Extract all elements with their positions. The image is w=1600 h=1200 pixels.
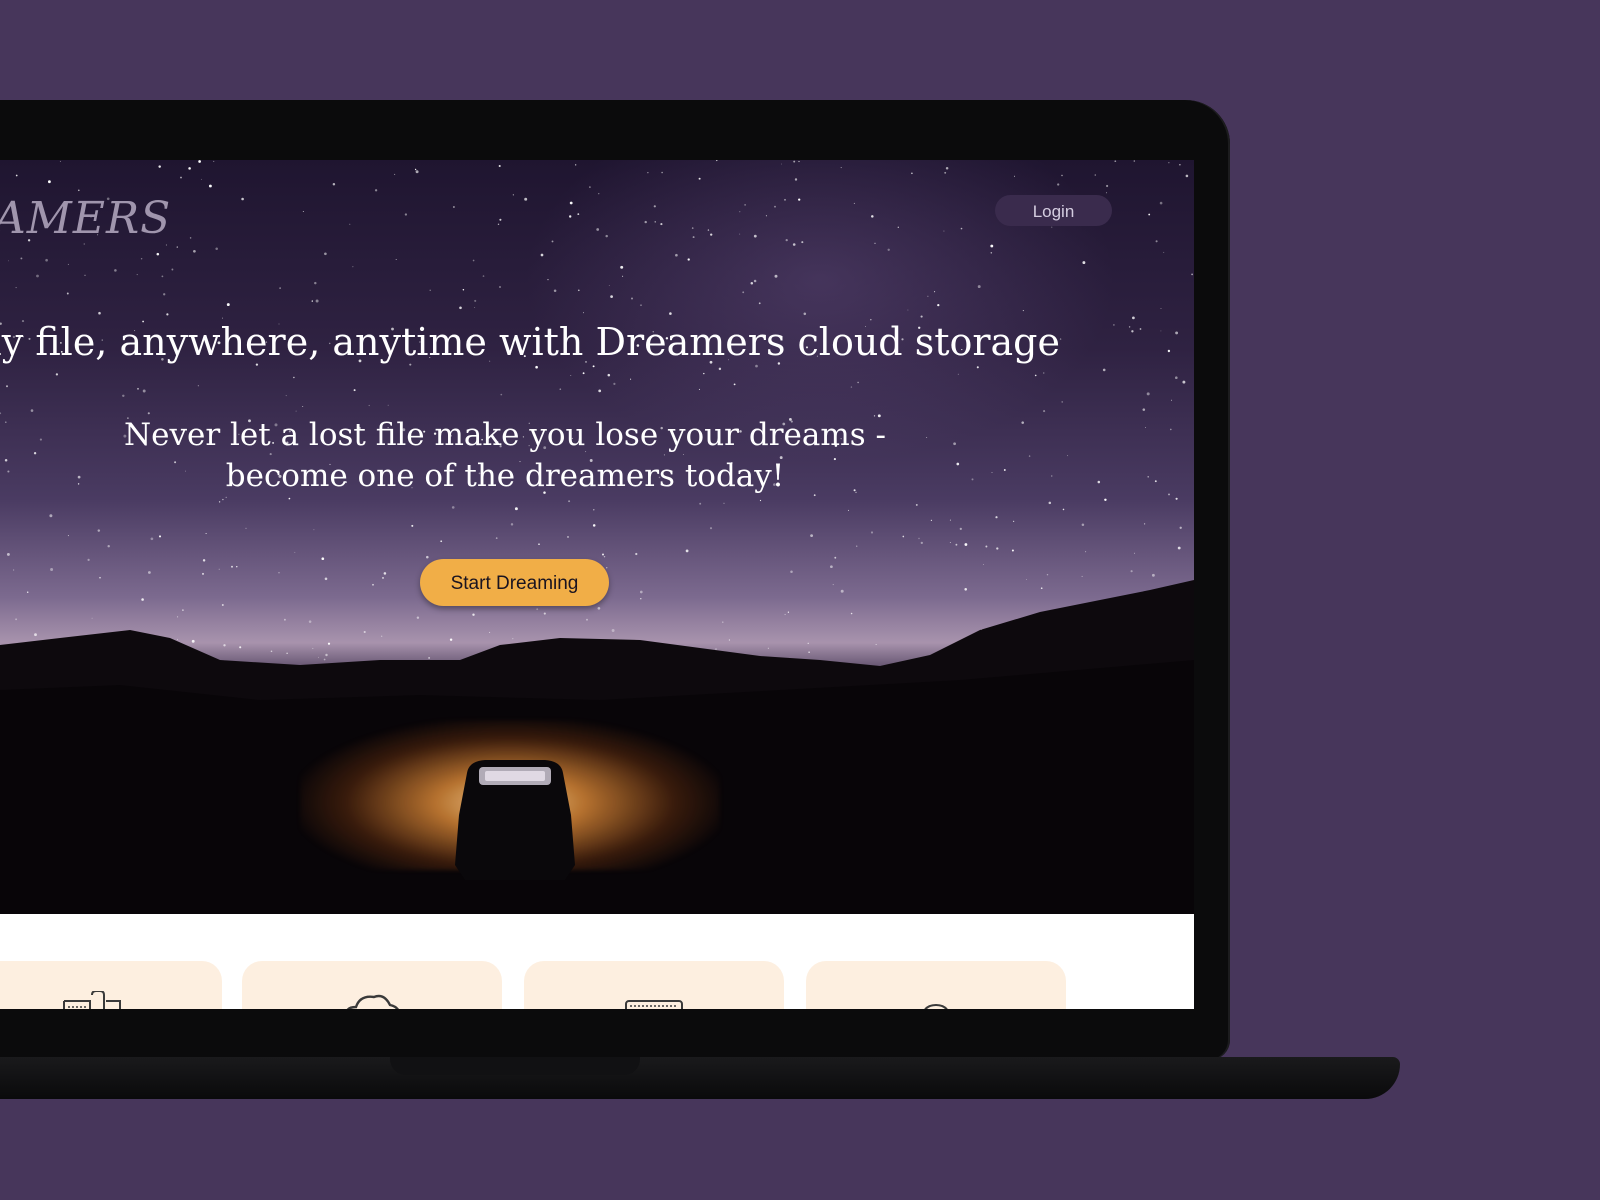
feature-card[interactable] bbox=[242, 961, 502, 1009]
folder-files-icon bbox=[63, 991, 121, 1009]
feature-card[interactable] bbox=[524, 961, 784, 1009]
laptop-icon bbox=[625, 1000, 683, 1009]
hero-subline-line-1: Never let a lost file make you lose your… bbox=[124, 417, 886, 453]
laptop-base bbox=[0, 1057, 1400, 1099]
features-section bbox=[0, 914, 1194, 1009]
feature-card[interactable] bbox=[0, 961, 222, 1009]
car-silhouette bbox=[455, 760, 575, 880]
feature-card[interactable] bbox=[806, 961, 1066, 1009]
hero-subline: Never let a lost file make you lose your… bbox=[100, 415, 910, 497]
site-logo[interactable]: AMERS bbox=[0, 193, 171, 244]
user-icon bbox=[924, 1003, 948, 1009]
login-button[interactable]: Login bbox=[995, 195, 1112, 226]
cloud-icon bbox=[346, 994, 399, 1009]
hero-headline: ad any file, anywhere, anytime with Drea… bbox=[0, 320, 1060, 364]
start-dreaming-button[interactable]: Start Dreaming bbox=[420, 559, 609, 606]
hero-section: AMERS Login ad any file, anywhere, anyti… bbox=[0, 160, 1194, 914]
hero-subline-line-2: become one of the dreamers today! bbox=[225, 458, 785, 494]
laptop-notch bbox=[390, 1057, 640, 1075]
mockup-stage: AMERS Login ad any file, anywhere, anyti… bbox=[0, 0, 1600, 1200]
laptop-screen: AMERS Login ad any file, anywhere, anyti… bbox=[0, 160, 1194, 1009]
